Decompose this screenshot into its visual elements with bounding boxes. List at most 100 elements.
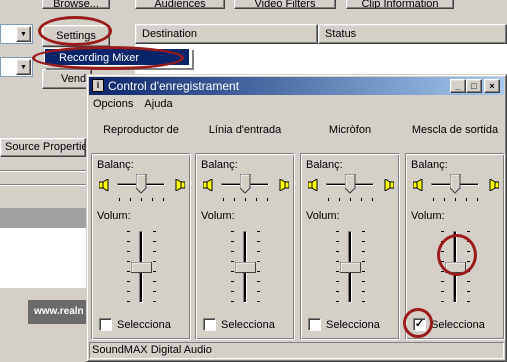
volume-tick [231,271,234,272]
channel-name: Línia d'entrada [208,124,282,136]
volume-tick [336,301,339,302]
volume-tick [257,271,260,272]
volume-tick [127,291,130,292]
menu-bar: Opcions Ajuda [89,96,504,114]
select-row[interactable]: Selecciona [308,318,380,332]
volume-tick [362,271,365,272]
volume-tick [127,231,130,232]
vend-button[interactable]: Vend [42,69,92,89]
balance-tick [339,198,340,201]
source-combo-2[interactable]: ▼ [0,57,33,77]
volume-tick [231,291,234,292]
volume-tick [153,271,156,272]
balance-slider-thumb[interactable] [344,173,356,194]
clip-information-button[interactable]: Clip Information [346,0,454,9]
speaker-icon [279,178,290,192]
divider [0,170,86,172]
volume-tick [231,231,234,232]
balance-tick [433,198,434,201]
balance-tick [466,198,467,201]
balance-tick [361,198,362,201]
volume-tick [336,261,339,262]
volume-label: Volum: [97,210,131,222]
select-checkbox[interactable] [99,318,112,331]
dropdown-arrow-icon[interactable]: ▼ [16,59,31,75]
volume-tick [336,241,339,242]
volume-tick [127,241,130,242]
volume-tick [153,241,156,242]
title-bar[interactable]: i Control d'enregistrament _ □ × [89,77,504,95]
select-checkbox[interactable] [203,318,216,331]
select-row[interactable]: Selecciona [203,318,275,332]
background-band [0,208,86,228]
browse-button[interactable]: Browse... [42,0,110,9]
column-header-destination[interactable]: Destination [135,24,318,44]
status-bar: SoundMAX Digital Audio [89,342,504,359]
volume-tick [153,301,156,302]
divider [0,184,86,186]
select-row[interactable]: Selecciona [99,318,171,332]
volume-slider-thumb[interactable] [235,262,256,273]
channel-name: Mescla de sortida [411,124,499,136]
volume-tick [153,291,156,292]
volume-tick [231,261,234,262]
volume-tick [336,231,339,232]
balance-slider-thumb[interactable] [449,173,461,194]
volume-tick [441,281,444,282]
volume-tick [257,281,260,282]
balance-tick [350,198,351,201]
volume-slider-thumb[interactable] [340,262,361,273]
mixer-channel: Mescla de sortida Balanç: Volum: ✓ Seleccion… [403,117,507,340]
balance-tick [152,198,153,201]
minimize-icon[interactable]: _ [450,79,466,93]
volume-tick [231,281,234,282]
volume-label: Volum: [201,210,235,222]
volume-tick [467,301,470,302]
real-logo[interactable]: www.realn [28,300,86,324]
balance-label: Balanç: [411,159,448,171]
volume-tick [336,291,339,292]
balance-tick [141,198,142,201]
menu-opcions[interactable]: Opcions [89,96,137,112]
speaker-icon [384,178,395,192]
volume-tick [362,301,365,302]
volume-tick [127,281,130,282]
volume-tick [257,251,260,252]
balance-tick [163,198,164,201]
volume-tick [362,231,365,232]
source-combo-1[interactable]: ▼ [0,24,33,44]
audiences-button[interactable]: Audiences [135,0,225,9]
column-header-status[interactable]: Status [318,24,507,44]
balance-tick [130,198,131,201]
volume-tick [362,241,365,242]
balance-slider-thumb[interactable] [135,173,147,194]
volume-tick [257,241,260,242]
source-properties-button[interactable]: Source Properties [0,138,86,157]
channel-name: Micròfon [328,124,372,136]
volume-tick [362,261,365,262]
volume-tick [127,261,130,262]
volume-slider-thumb[interactable] [131,262,152,273]
background-panel [0,228,86,288]
mixer-channel: Línia d'entrada Balanç: Volum: Selecciona [193,117,297,340]
balance-label: Balanç: [306,159,343,171]
annotation-ring-settings [38,16,112,46]
video-filters-button[interactable]: Video Filters [234,0,336,9]
close-icon[interactable]: × [484,79,500,93]
volume-label: Volum: [306,210,340,222]
speaker-icon [175,178,186,192]
volume-tick [336,251,339,252]
mixer-channel: Micròfon Balanç: Volum: Selecciona [298,117,402,340]
maximize-icon[interactable]: □ [466,79,482,93]
volume-tick [153,251,156,252]
volume-tick [441,231,444,232]
mixer-channel: Reproductor de Balanç: Volum: Selecciona [89,117,193,340]
balance-slider-thumb[interactable] [239,173,251,194]
select-checkbox[interactable] [308,318,321,331]
volume-tick [127,271,130,272]
menu-ajuda[interactable]: Ajuda [140,96,176,112]
dropdown-arrow-icon[interactable]: ▼ [16,26,31,42]
speaker-icon [489,178,500,192]
select-label: Selecciona [221,318,275,331]
speaker-icon [307,178,318,192]
